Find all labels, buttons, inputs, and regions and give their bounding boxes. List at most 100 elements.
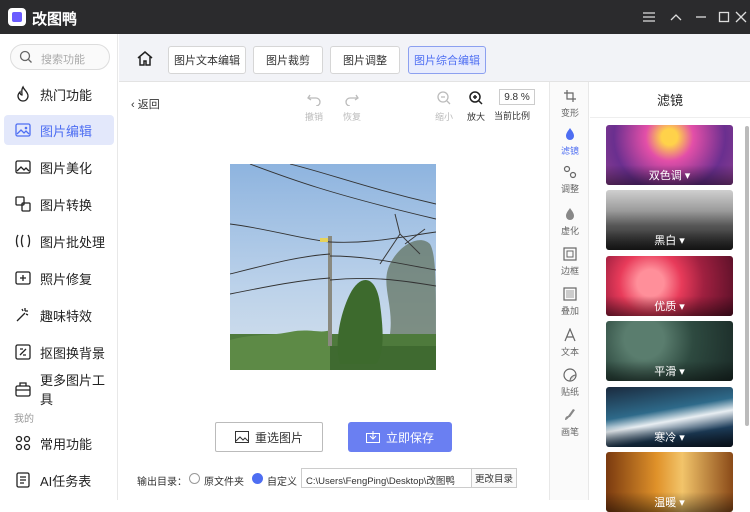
- output-path-field[interactable]: C:\Users\FengPing\Desktop\改图鸭: [301, 468, 473, 488]
- zoom-in-icon: [469, 91, 483, 105]
- fire-icon: [17, 85, 29, 102]
- tool-label: 画笔: [560, 427, 579, 437]
- grid-icon: [15, 435, 31, 451]
- original-folder-label: 原文件夹: [204, 477, 244, 488]
- sidebar-item-batch[interactable]: 图片批处理: [4, 226, 114, 256]
- sidebar-item-convert[interactable]: 图片转换: [4, 189, 114, 219]
- tool-blur[interactable]: 虚化: [550, 204, 590, 240]
- tab-combined-edit[interactable]: 图片综合编辑: [408, 46, 486, 74]
- caret-down-icon: ▾: [679, 496, 685, 509]
- filter-label: 平滑: [654, 366, 677, 378]
- reselect-label: 重选图片: [254, 430, 303, 445]
- right-tool-strip: 变形 滤镜 调整 虚化 边框 叠加 文本 贴纸 画笔: [549, 82, 589, 500]
- undo-button[interactable]: 撤销: [299, 88, 329, 123]
- maximize-icon[interactable]: [713, 6, 735, 28]
- image-edit-icon: [15, 123, 31, 137]
- filter-black-white[interactable]: 黑白 ▾: [606, 190, 733, 250]
- search-icon: [19, 50, 32, 63]
- text-icon: [564, 327, 576, 342]
- filter-panel: 滤镜 双色调 ▾ 黑白 ▾ 优质 ▾ 平滑 ▾ 寒冷 ▾ 温暖 ▾: [590, 82, 750, 512]
- filter-label: 寒冷: [654, 432, 677, 444]
- app-logo-icon: [8, 8, 26, 26]
- caret-down-icon: ▾: [679, 431, 685, 444]
- filter-duotone[interactable]: 双色调 ▾: [606, 125, 733, 185]
- tool-transform[interactable]: 变形: [550, 86, 590, 122]
- save-label: 立即保存: [385, 430, 434, 445]
- close-icon[interactable]: [734, 6, 748, 28]
- image-preview[interactable]: [230, 164, 436, 370]
- filter-smooth[interactable]: 平滑 ▾: [606, 321, 733, 381]
- radio-original-folder[interactable]: [189, 473, 200, 484]
- image-icon: [234, 431, 249, 443]
- tool-adjust[interactable]: 调整: [550, 162, 590, 198]
- tab-crop[interactable]: 图片裁剪: [253, 46, 323, 74]
- reselect-image-button[interactable]: 重选图片: [215, 422, 323, 452]
- menu-icon[interactable]: [638, 6, 660, 28]
- filter-panel-scrollbar[interactable]: [745, 126, 749, 426]
- transform-icon: [564, 90, 576, 102]
- title-bar: 改图鸭: [0, 0, 750, 34]
- sidebar-item-effects[interactable]: 趣味特效: [4, 300, 114, 330]
- tab-text-edit[interactable]: 图片文本编辑: [168, 46, 246, 74]
- sidebar-item-hot[interactable]: 热门功能: [4, 79, 114, 109]
- batch-icon: [15, 234, 31, 248]
- caret-down-icon: ▾: [679, 234, 685, 247]
- home-icon[interactable]: [136, 49, 154, 67]
- overlay-icon: [563, 287, 577, 301]
- back-button[interactable]: ‹ 返回: [131, 96, 160, 112]
- filter-icon: [566, 128, 574, 140]
- tool-border[interactable]: 边框: [550, 244, 590, 280]
- tool-sticker[interactable]: 贴纸: [550, 365, 590, 401]
- tool-label: 叠加: [560, 306, 579, 316]
- undo-label: 撤销: [304, 112, 323, 122]
- caret-down-icon: ▾: [679, 365, 685, 378]
- zoom-ratio-label: 当前比例: [494, 111, 531, 121]
- zoom-value[interactable]: 9.8 %: [499, 89, 535, 105]
- sidebar-item-common[interactable]: 常用功能: [4, 428, 114, 458]
- blur-icon: [566, 208, 574, 220]
- zoom-in-button[interactable]: 放大: [461, 88, 491, 123]
- sidebar-item-label: 趣味特效: [40, 308, 93, 324]
- redo-label: 恢复: [342, 112, 361, 122]
- adjust-icon: [563, 165, 577, 179]
- filter-cold[interactable]: 寒冷 ▾: [606, 387, 733, 447]
- filter-label: 双色调: [648, 170, 682, 182]
- filter-label: 温暖: [654, 497, 677, 509]
- sidebar-item-more-tools[interactable]: 更多图片工具: [4, 373, 114, 407]
- redo-button[interactable]: 恢复: [337, 88, 367, 123]
- tool-label: 变形: [560, 108, 579, 118]
- tab-adjust[interactable]: 图片调整: [330, 46, 400, 74]
- tab-bar: 图片文本编辑 图片裁剪 图片调整 图片综合编辑: [119, 34, 750, 82]
- redo-icon: [345, 94, 359, 107]
- tool-filter[interactable]: 滤镜: [550, 124, 590, 160]
- zoom-out-button[interactable]: 缩小: [429, 88, 459, 123]
- sticker-icon: [563, 368, 577, 382]
- sidebar-item-image-beauty[interactable]: 图片美化: [4, 152, 114, 182]
- radio-custom-folder[interactable]: [252, 473, 263, 484]
- filter-premium[interactable]: 优质 ▾: [606, 256, 733, 316]
- tool-label: 文本: [560, 347, 579, 357]
- sidebar-item-label: 热门功能: [40, 87, 93, 103]
- sidebar-item-repair[interactable]: 照片修复: [4, 263, 114, 293]
- tool-text[interactable]: 文本: [550, 325, 590, 361]
- minimize-mini-icon[interactable]: [665, 6, 687, 28]
- sidebar-item-label: 图片编辑: [40, 123, 93, 139]
- sidebar-item-label: 抠图换背景: [40, 345, 106, 361]
- sidebar-item-ai-tasks[interactable]: AI任务表: [4, 465, 114, 495]
- filter-warm[interactable]: 温暖 ▾: [606, 452, 733, 512]
- output-directory-row: 输出目录： 原文件夹 自定义 C:\Users\FengPing\Desktop…: [119, 468, 549, 490]
- sidebar: 搜索功能 热门功能 图片编辑 图片美化 图片转换 图片批处理 照片修复 趣味特效…: [0, 34, 118, 500]
- tool-overlay[interactable]: 叠加: [550, 284, 590, 320]
- repair-icon: [15, 271, 31, 285]
- tool-brush[interactable]: 画笔: [550, 405, 590, 441]
- zoom-in-label: 放大: [466, 112, 485, 122]
- sidebar-item-cutout[interactable]: 抠图换背景: [4, 337, 114, 367]
- effects-icon: [16, 308, 29, 322]
- change-directory-button[interactable]: 更改目录: [471, 468, 517, 488]
- tool-label: 贴纸: [560, 387, 579, 397]
- search-input[interactable]: 搜索功能: [10, 44, 110, 70]
- custom-folder-label: 自定义: [267, 477, 297, 488]
- save-now-button[interactable]: 立即保存: [348, 422, 452, 452]
- minimize-icon[interactable]: [690, 6, 712, 28]
- sidebar-item-image-edit[interactable]: 图片编辑: [4, 115, 114, 145]
